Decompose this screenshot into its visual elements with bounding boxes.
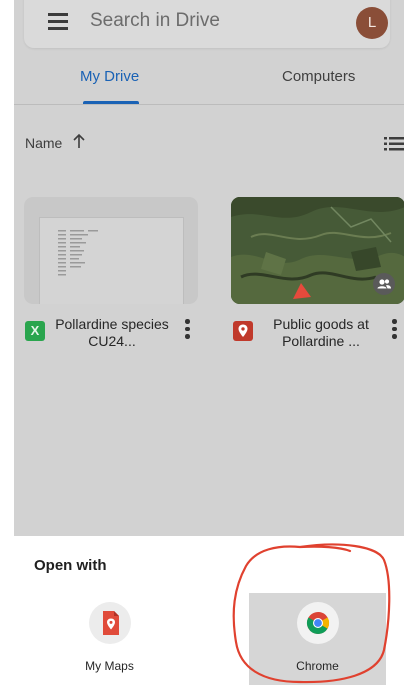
account-avatar[interactable]: L xyxy=(356,7,388,39)
tabs-divider xyxy=(14,104,404,105)
file-thumbnail-map[interactable] xyxy=(231,197,404,304)
list-view-icon[interactable] xyxy=(384,137,404,151)
file-name[interactable]: Public goods at Pollardine ... xyxy=(260,316,382,350)
app-label: Chrome xyxy=(296,659,339,673)
tab-my-drive[interactable]: My Drive xyxy=(80,68,139,85)
screen-edge xyxy=(404,0,417,685)
shared-people-icon xyxy=(373,273,395,295)
more-options-icon[interactable] xyxy=(392,319,398,341)
chrome-icon xyxy=(296,602,339,644)
my-maps-icon xyxy=(233,321,253,341)
sheet-title: Open with xyxy=(34,557,107,574)
my-maps-icon xyxy=(88,602,131,644)
file-thumbnail-spreadsheet[interactable] xyxy=(24,197,198,304)
app-label: My Maps xyxy=(85,659,134,673)
search-input[interactable]: Search in Drive xyxy=(90,10,220,32)
arrow-up-icon[interactable] xyxy=(72,133,86,149)
open-with-chrome-button[interactable]: Chrome xyxy=(249,593,386,685)
file-name[interactable]: Pollardine species CU24... xyxy=(51,316,173,350)
hamburger-menu-icon[interactable] xyxy=(48,13,68,30)
tab-computers[interactable]: Computers xyxy=(282,68,355,85)
open-with-my-maps-button[interactable]: My Maps xyxy=(41,593,178,685)
drive-screen: Search in Drive L My Drive Computers Nam… xyxy=(14,0,404,685)
spreadsheet-preview xyxy=(39,217,184,304)
more-options-icon[interactable] xyxy=(185,319,191,341)
sheets-icon: X xyxy=(25,321,45,341)
search-bar[interactable]: Search in Drive L xyxy=(24,0,390,48)
open-with-sheet: Open with My Maps Chrome xyxy=(14,536,404,685)
drive-tabs: My Drive Computers xyxy=(14,62,404,104)
sort-by-name[interactable]: Name xyxy=(25,135,62,151)
